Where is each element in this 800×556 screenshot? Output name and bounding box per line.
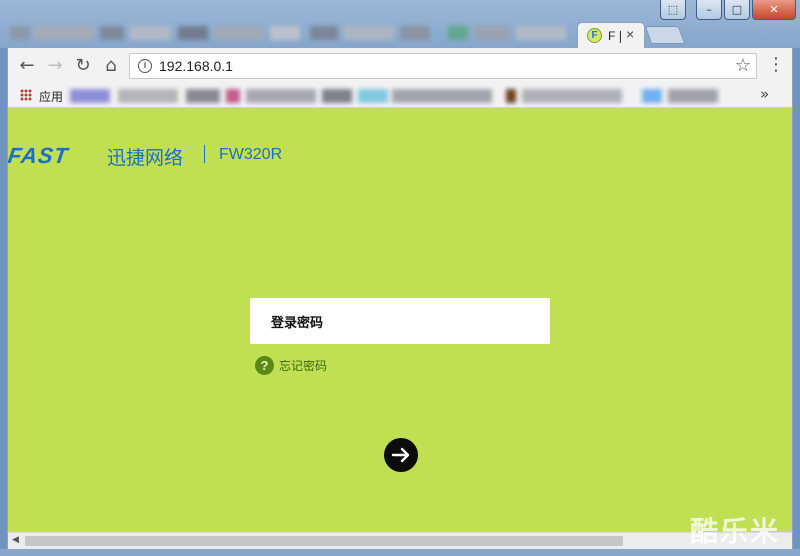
- fast-favicon-icon: F: [587, 28, 602, 43]
- address-bar[interactable]: i 192.168.0.1 ☆: [129, 53, 757, 79]
- tab-close-icon[interactable]: ×: [626, 26, 634, 42]
- back-icon[interactable]: ←: [16, 55, 38, 77]
- login-submit-button[interactable]: [384, 438, 418, 472]
- forgot-password-label: 忘记密码: [279, 359, 328, 373]
- browser-menu-icon[interactable]: ⋮: [767, 54, 785, 75]
- site-info-icon[interactable]: i: [138, 59, 152, 73]
- brand-divider: [204, 145, 205, 163]
- window-bottom-frame: [0, 549, 800, 556]
- watermark: 酷乐米: [690, 515, 781, 548]
- tab-title: F❘: [608, 29, 626, 43]
- minimize-button[interactable]: –: [696, 0, 722, 20]
- user-icon[interactable]: ⬚: [660, 0, 686, 20]
- blurred-tabs: [0, 26, 575, 40]
- window-controls: ⬚ – □ ✕: [660, 0, 796, 20]
- model-number: FW320R: [219, 146, 283, 163]
- arrow-right-icon: [391, 447, 410, 463]
- horizontal-scrollbar[interactable]: ◀: [7, 532, 793, 549]
- maximize-button[interactable]: □: [724, 0, 750, 20]
- reload-icon[interactable]: ↻: [72, 55, 94, 77]
- scroll-left-icon[interactable]: ◀: [12, 535, 19, 545]
- title-bar: F F❘ × ⬚ – □ ✕: [0, 0, 800, 48]
- apps-shortcut[interactable]: 应用: [39, 88, 63, 105]
- question-icon: ?: [255, 356, 274, 375]
- tab-router-login[interactable]: F F❘ ×: [577, 22, 645, 48]
- bookmark-star-icon[interactable]: ☆: [735, 55, 751, 76]
- page-viewport: FAST 迅捷网络 FW320R 登录密码 ? 忘记密码: [7, 108, 793, 532]
- bookmarks-overflow-icon[interactable]: »: [760, 85, 769, 103]
- close-window-button[interactable]: ✕: [752, 0, 796, 20]
- forgot-password-link[interactable]: ? 忘记密码: [255, 356, 327, 375]
- home-icon[interactable]: ⌂: [100, 55, 122, 77]
- apps-grid-icon[interactable]: [20, 89, 32, 101]
- new-tab-button[interactable]: [644, 26, 686, 44]
- blurred-bookmarks: [70, 89, 720, 103]
- forward-icon[interactable]: →: [44, 55, 66, 77]
- login-password-input[interactable]: 登录密码: [250, 298, 550, 344]
- brand-name: 迅捷网络: [107, 147, 184, 169]
- fast-logo: FAST: [7, 143, 71, 168]
- browser-toolbar: ← → ↻ ⌂ i 192.168.0.1 ☆ ⋮: [7, 48, 793, 84]
- browser-window: F F❘ × ⬚ – □ ✕ ← → ↻ ⌂ i 192.168.0.1 ☆ ⋮…: [0, 0, 800, 556]
- scrollbar-thumb[interactable]: [25, 536, 623, 546]
- url-text[interactable]: 192.168.0.1: [159, 58, 233, 74]
- bookmarks-bar: 应用 »: [7, 84, 793, 108]
